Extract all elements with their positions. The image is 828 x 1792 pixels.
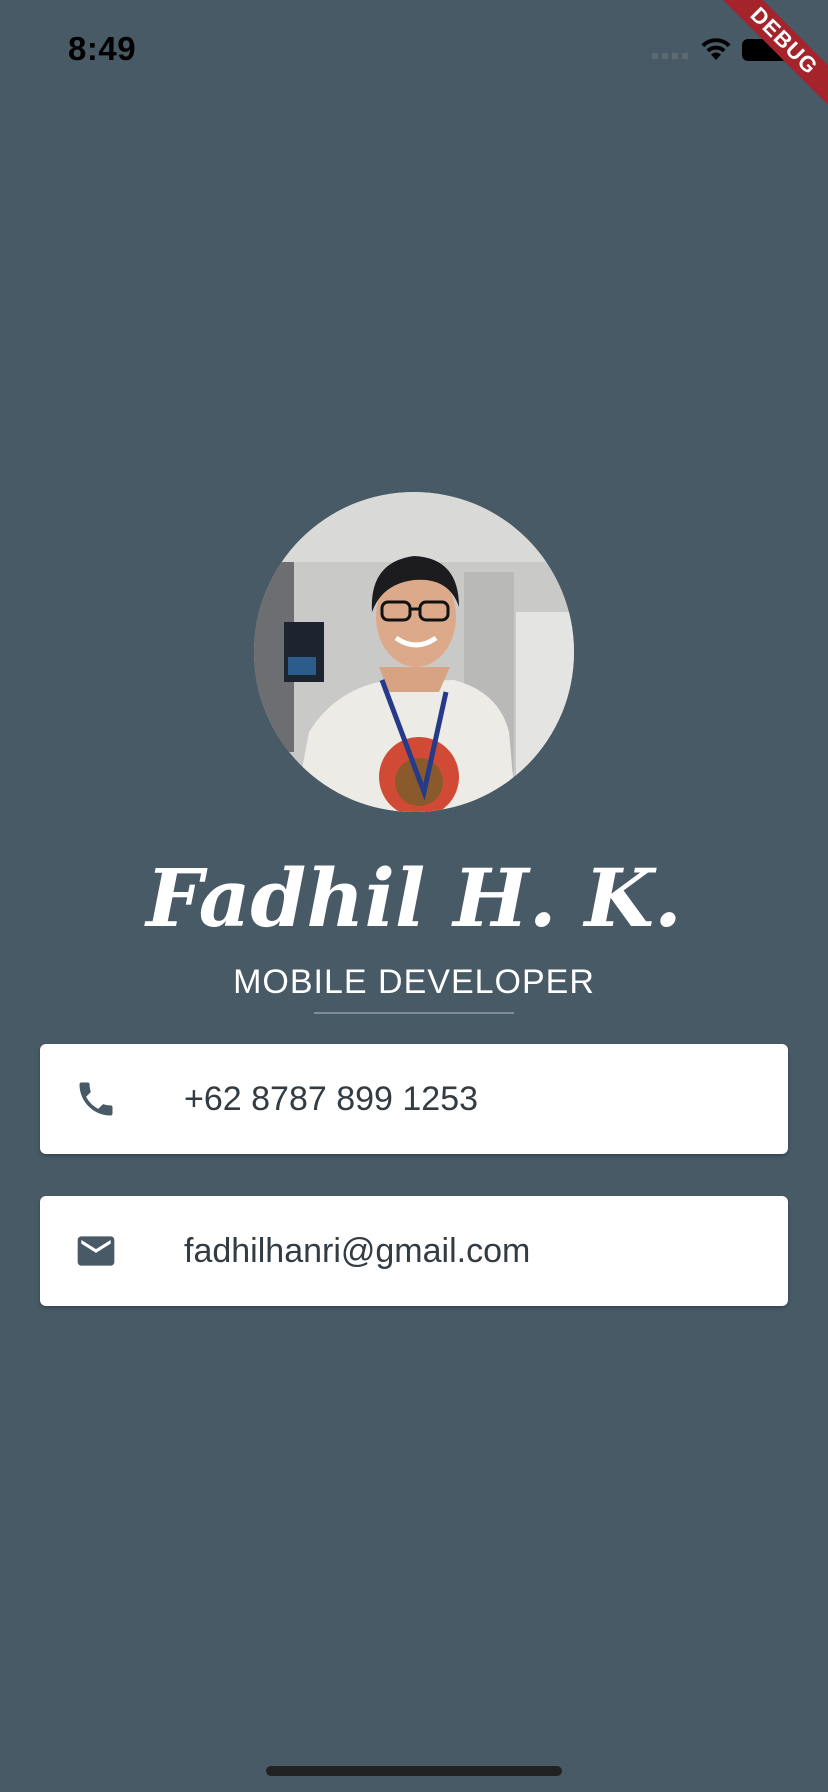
email-address: fadhilhanri@gmail.com — [184, 1232, 531, 1270]
phone-icon — [79, 1082, 113, 1116]
cellular-signal-icon — [652, 53, 688, 59]
debug-banner-label: DEBUG — [708, 0, 828, 120]
mail-icon — [77, 1236, 115, 1266]
status-bar: 8:49 — [0, 0, 828, 100]
email-card[interactable]: fadhilhanri@gmail.com — [40, 1196, 788, 1306]
home-indicator[interactable] — [266, 1766, 562, 1776]
status-time: 8:49 — [68, 30, 137, 67]
title-divider — [314, 1012, 514, 1014]
phone-card[interactable]: +62 8787 899 1253 — [40, 1044, 788, 1154]
profile-title: MOBILE DEVELOPER — [233, 963, 595, 1001]
profile-name: Fadhil H. K. — [146, 851, 682, 945]
debug-banner: DEBUG — [708, 0, 828, 120]
profile-photo — [254, 492, 574, 812]
phone-number: +62 8787 899 1253 — [184, 1080, 479, 1118]
profile-avatar — [254, 492, 574, 812]
